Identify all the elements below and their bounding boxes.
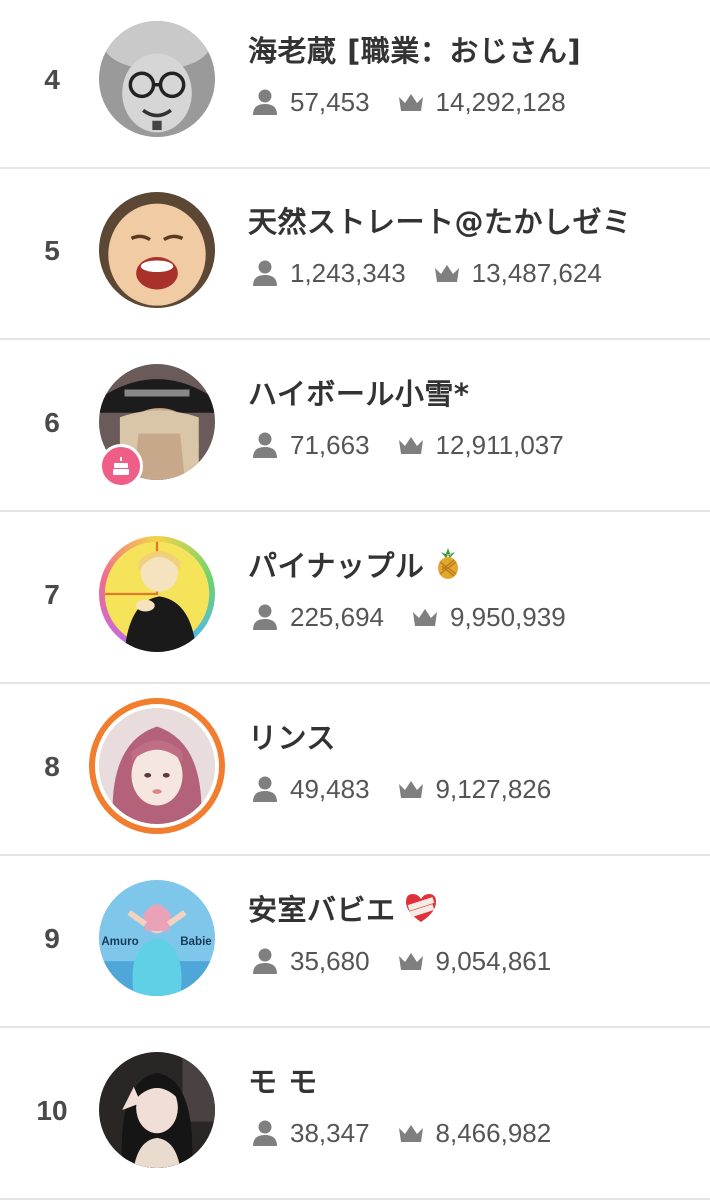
- rank-number: 9: [44, 923, 60, 954]
- followers-count: 71,663: [290, 429, 370, 460]
- points-count: 8,466,982: [435, 1117, 552, 1148]
- person-icon: [250, 430, 280, 460]
- user-name-text: 安室バビエ: [248, 893, 396, 927]
- rank-number: 4: [44, 64, 60, 95]
- person-icon: [250, 258, 280, 288]
- avatar-image: Amuro Babie: [99, 880, 215, 996]
- user-stats: 38,347 8,466,982: [250, 1115, 551, 1151]
- avatar-image: [104, 541, 210, 652]
- followers-count: 49,483: [290, 773, 370, 804]
- user-name[interactable]: 天然ストレート@たかしゼミ: [248, 199, 632, 241]
- ranking-row[interactable]: 9 Amuro Babie 安室バビエ❤️‍🩹 35,680 9,054,861: [0, 857, 710, 1028]
- points-count: 13,487,624: [471, 257, 602, 288]
- rank-number: 5: [44, 235, 60, 266]
- user-name[interactable]: 海老蔵 [職業：おじさん]: [248, 28, 581, 70]
- crown-icon: [396, 946, 426, 976]
- followers-count: 57,453: [290, 86, 370, 117]
- avatar[interactable]: [99, 1052, 215, 1168]
- followers-count: 225,694: [290, 601, 384, 632]
- followers-count: 38,347: [290, 1117, 370, 1148]
- person-icon: [250, 1118, 280, 1148]
- crown-icon: [432, 258, 462, 288]
- crown-icon: [396, 774, 426, 804]
- avatar-image: [99, 21, 215, 137]
- ranking-list: 4 海老蔵 [職業：おじさん] 57,453 14,292,128 5 天然スト…: [0, 0, 710, 1200]
- birthday-badge: [99, 444, 143, 488]
- user-name[interactable]: 安室バビエ❤️‍🩹: [248, 887, 438, 929]
- avatar-text-right: Babie: [180, 935, 212, 948]
- user-stats: 225,694 9,950,939: [250, 599, 566, 635]
- ranking-row[interactable]: 6 ハイボール小雪* 71,663 12,911,037: [0, 341, 710, 512]
- user-name-text: パイナップル: [248, 549, 425, 583]
- user-name[interactable]: リンス: [248, 715, 336, 757]
- followers-count: 1,243,343: [290, 257, 406, 288]
- user-stats: 1,243,343 13,487,624: [250, 255, 602, 291]
- user-stats: 35,680 9,054,861: [250, 943, 551, 979]
- avatar-image: [99, 1052, 215, 1168]
- crown-icon: [396, 430, 426, 460]
- heart-icon: [406, 894, 437, 922]
- pineapple-icon: [437, 548, 458, 579]
- divider: [0, 510, 710, 512]
- rank-number: 7: [44, 579, 60, 610]
- user-stats: 49,483 9,127,826: [250, 771, 551, 807]
- person-icon: [250, 87, 280, 117]
- user-stats: 71,663 12,911,037: [250, 427, 564, 463]
- avatar-image: [99, 708, 215, 824]
- person-icon: [250, 602, 280, 632]
- rank-number: 10: [36, 1095, 68, 1126]
- followers-count: 35,680: [290, 945, 370, 976]
- divider: [0, 338, 710, 340]
- person-icon: [250, 946, 280, 976]
- avatar[interactable]: Amuro Babie: [99, 880, 215, 996]
- divider: [0, 854, 710, 856]
- points-count: 9,127,826: [435, 773, 552, 804]
- avatar[interactable]: [99, 192, 215, 308]
- ranking-row[interactable]: 4 海老蔵 [職業：おじさん] 57,453 14,292,128: [0, 0, 710, 169]
- divider: [0, 682, 710, 684]
- user-name[interactable]: ハイボール小雪*: [248, 371, 470, 413]
- avatar-text-left: Amuro: [101, 935, 138, 948]
- crown-icon: [410, 602, 440, 632]
- rank-number: 6: [44, 407, 60, 438]
- ranking-row[interactable]: 8 リンス 49,483 9,127,826: [0, 685, 710, 856]
- ranking-row[interactable]: 7 パイナップル🍍 225,694 9,950,939: [0, 513, 710, 684]
- avatar[interactable]: [99, 536, 215, 652]
- ranking-row[interactable]: 10 モ モ 38,347 8,466,982: [0, 1029, 710, 1200]
- user-name[interactable]: パイナップル🍍: [248, 543, 463, 585]
- points-count: 9,054,861: [435, 945, 552, 976]
- avatar-image: [99, 192, 215, 308]
- crown-icon: [396, 87, 426, 117]
- avatar[interactable]: [99, 21, 215, 137]
- points-count: 9,950,939: [449, 601, 566, 632]
- points-count: 14,292,128: [435, 86, 566, 117]
- divider: [0, 1026, 710, 1028]
- person-icon: [250, 774, 280, 804]
- user-stats: 57,453 14,292,128: [250, 84, 566, 120]
- avatar[interactable]: [99, 708, 215, 824]
- points-count: 12,911,037: [435, 429, 564, 460]
- ranking-row[interactable]: 5 天然ストレート@たかしゼミ 1,243,343 13,487,624: [0, 169, 710, 340]
- crown-icon: [396, 1118, 426, 1148]
- cake-icon: [113, 457, 129, 475]
- user-name[interactable]: モ モ: [248, 1059, 318, 1101]
